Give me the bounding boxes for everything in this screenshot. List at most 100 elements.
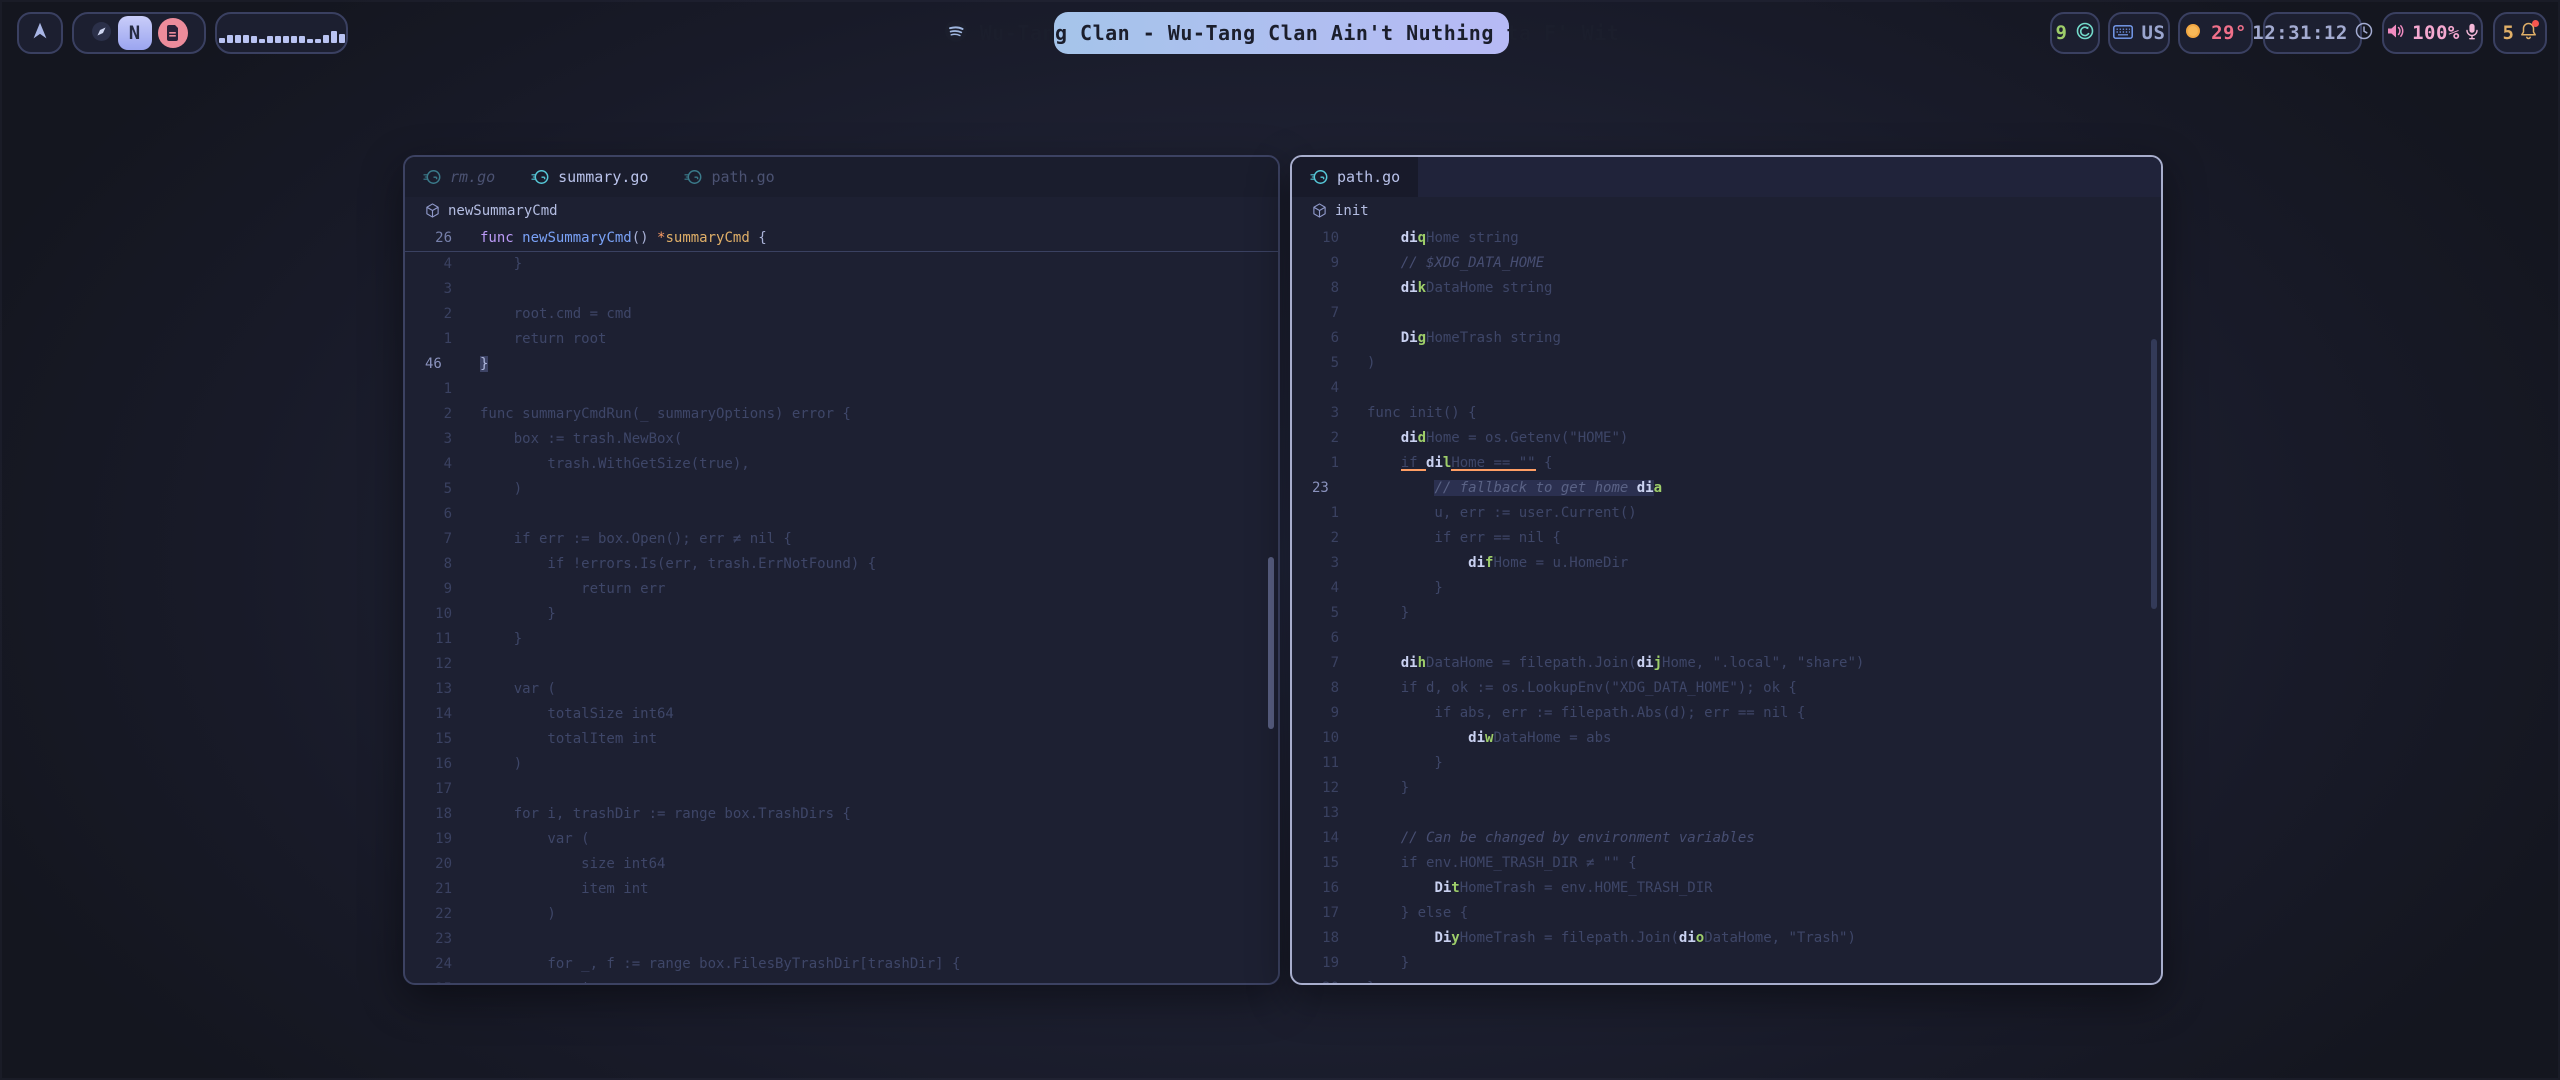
code-line[interactable]: 16 ) xyxy=(405,752,1278,777)
code-line[interactable]: 19 } xyxy=(1292,951,2161,976)
visualizer-bar xyxy=(299,36,305,43)
tab-path.go[interactable]: path.go xyxy=(1292,157,1418,197)
code-line[interactable]: 46} xyxy=(405,352,1278,377)
code-line[interactable]: 9 if abs, err := filepath.Abs(d); err ==… xyxy=(1292,701,2161,726)
code-line[interactable]: 9 // $XDG_DATA_HOME xyxy=(1292,251,2161,276)
code-line[interactable]: 6 xyxy=(1292,626,2161,651)
code-line[interactable]: 5 } xyxy=(1292,601,2161,626)
workspace-browser[interactable] xyxy=(91,21,112,46)
weather-widget[interactable]: 29° xyxy=(2178,12,2253,54)
code-line[interactable]: 18 DiyHomeTrash = filepath.Join(dioDataH… xyxy=(1292,926,2161,951)
code-text xyxy=(1339,801,1367,826)
code-line[interactable]: 23 // fallback to get home dia xyxy=(1292,476,2161,501)
code-line[interactable]: 23 xyxy=(405,927,1278,952)
code-line[interactable]: 17 } else { xyxy=(1292,901,2161,926)
code-line[interactable]: 15 totalItem int xyxy=(405,727,1278,752)
line-number: 15 xyxy=(1292,851,1339,876)
notifications-widget[interactable]: 5 xyxy=(2493,12,2547,54)
code-line[interactable]: 12 } xyxy=(1292,776,2161,801)
code-line[interactable]: 19 var ( xyxy=(405,827,1278,852)
code-line[interactable]: 8 if !errors.Is(err, trash.ErrNotFound) … xyxy=(405,552,1278,577)
clock-icon xyxy=(2355,22,2373,44)
code-line[interactable]: 4 trash.WithGetSize(true), xyxy=(405,452,1278,477)
line-number: 6 xyxy=(405,502,452,527)
updates-widget[interactable]: 9 xyxy=(2050,12,2100,54)
code-line[interactable]: 17 xyxy=(405,777,1278,802)
visualizer-bar xyxy=(227,35,233,43)
code-area[interactable]: 26func newSummaryCmd() *summaryCmd {4 }3… xyxy=(405,224,1278,983)
line-number: 21 xyxy=(405,877,452,902)
code-line[interactable]: 22 ) xyxy=(405,902,1278,927)
workspaces-pill: N xyxy=(72,12,206,54)
code-line[interactable]: 2 root.cmd = cmd xyxy=(405,302,1278,327)
code-line[interactable]: 25 item++ xyxy=(405,977,1278,983)
tab-summary.go[interactable]: summary.go xyxy=(513,157,666,197)
code-line[interactable]: 2 didHome = os.Getenv("HOME") xyxy=(1292,426,2161,451)
code-line[interactable]: 4 } xyxy=(405,252,1278,277)
code-line[interactable]: 3 xyxy=(405,277,1278,302)
code-text: } else { xyxy=(1339,901,1468,926)
code-line[interactable]: 14 totalSize int64 xyxy=(405,702,1278,727)
line-number: 13 xyxy=(1292,801,1339,826)
code-line[interactable]: 2 if err == nil { xyxy=(1292,526,2161,551)
line-number: 2 xyxy=(405,302,452,327)
code-line[interactable]: 20} xyxy=(1292,976,2161,983)
code-line[interactable]: 1 xyxy=(405,377,1278,402)
code-line[interactable]: 10 diwDataHome = abs xyxy=(1292,726,2161,751)
desktop: N Wu-Tang Clan - Wu-Tang Clan Ain't Nuth… xyxy=(0,0,2560,1080)
code-line[interactable]: 1 return root xyxy=(405,327,1278,352)
code-line[interactable]: 7 if err := box.Open(); err ≠ nil { xyxy=(405,527,1278,552)
code-line[interactable]: 5 ) xyxy=(405,477,1278,502)
code-line[interactable]: 3 difHome = u.HomeDir xyxy=(1292,551,2161,576)
clock-widget[interactable]: 12:31:12 xyxy=(2263,12,2362,54)
audio-visualizer xyxy=(215,12,348,54)
code-line[interactable]: 9 return err xyxy=(405,577,1278,602)
code-line[interactable]: 1 u, err := user.Current() xyxy=(1292,501,2161,526)
code-line[interactable]: 8 dikDataHome string xyxy=(1292,276,2161,301)
code-line[interactable]: 6 DigHomeTrash string xyxy=(1292,326,2161,351)
code-text: if abs, err := filepath.Abs(d); err == n… xyxy=(1339,701,1805,726)
code-area[interactable]: 10 diqHome string9 // $XDG_DATA_HOME8 di… xyxy=(1292,224,2161,983)
bell-icon xyxy=(2520,22,2537,44)
context-header-line[interactable]: 26func newSummaryCmd() *summaryCmd { xyxy=(405,226,1278,252)
line-number: 7 xyxy=(1292,301,1339,326)
code-line[interactable]: 5) xyxy=(1292,351,2161,376)
audio-widget[interactable]: 100% xyxy=(2382,12,2483,54)
visualizer-bar xyxy=(275,36,281,43)
code-line[interactable]: 18 for i, trashDir := range box.TrashDir… xyxy=(405,802,1278,827)
keyboard-layout-widget[interactable]: US xyxy=(2108,12,2170,54)
tab-rm.go[interactable]: rm.go xyxy=(405,157,513,197)
code-line[interactable]: 4 xyxy=(1292,376,2161,401)
tabbar-right: path.go xyxy=(1292,157,2161,197)
code-line[interactable]: 24 for _, f := range box.FilesByTrashDir… xyxy=(405,952,1278,977)
tab-path.go[interactable]: path.go xyxy=(666,157,792,197)
code-line[interactable]: 15 if env.HOME_TRASH_DIR ≠ "" { xyxy=(1292,851,2161,876)
code-line[interactable]: 14 // Can be changed by environment vari… xyxy=(1292,826,2161,851)
code-line[interactable]: 3 box := trash.NewBox( xyxy=(405,427,1278,452)
music-player-widget[interactable]: Wu-Tang Clan - Wu-Tang Clan Ain't Nuthin… xyxy=(1054,12,1509,54)
code-line[interactable]: 16 DitHomeTrash = env.HOME_TRASH_DIR xyxy=(1292,876,2161,901)
code-line[interactable]: 13 var ( xyxy=(405,677,1278,702)
code-line[interactable]: 3func init() { xyxy=(1292,401,2161,426)
code-line[interactable]: 10 } xyxy=(405,602,1278,627)
code-line[interactable]: 7 xyxy=(1292,301,2161,326)
scrollbar[interactable] xyxy=(2151,339,2157,609)
code-line[interactable]: 8 if d, ok := os.LookupEnv("XDG_DATA_HOM… xyxy=(1292,676,2161,701)
code-line[interactable]: 6 xyxy=(405,502,1278,527)
code-line[interactable]: 21 item int xyxy=(405,877,1278,902)
code-line[interactable]: 1 if dilHome == "" { xyxy=(1292,451,2161,476)
code-line[interactable]: 10 diqHome string xyxy=(1292,226,2161,251)
code-line[interactable]: 11 } xyxy=(405,627,1278,652)
code-line[interactable]: 13 xyxy=(1292,801,2161,826)
code-line[interactable]: 11 } xyxy=(1292,751,2161,776)
scrollbar[interactable] xyxy=(1268,557,1274,729)
code-line[interactable]: 4 } xyxy=(1292,576,2161,601)
launcher-button[interactable] xyxy=(17,12,63,54)
code-line[interactable]: 7 dihDataHome = filepath.Join(dijHome, "… xyxy=(1292,651,2161,676)
workspace-files[interactable] xyxy=(158,18,188,48)
code-text: return err xyxy=(452,577,665,602)
code-line[interactable]: 20 size int64 xyxy=(405,852,1278,877)
code-line[interactable]: 2func summaryCmdRun(_ summaryOptions) er… xyxy=(405,402,1278,427)
code-line[interactable]: 12 xyxy=(405,652,1278,677)
workspace-editor[interactable]: N xyxy=(118,16,152,50)
